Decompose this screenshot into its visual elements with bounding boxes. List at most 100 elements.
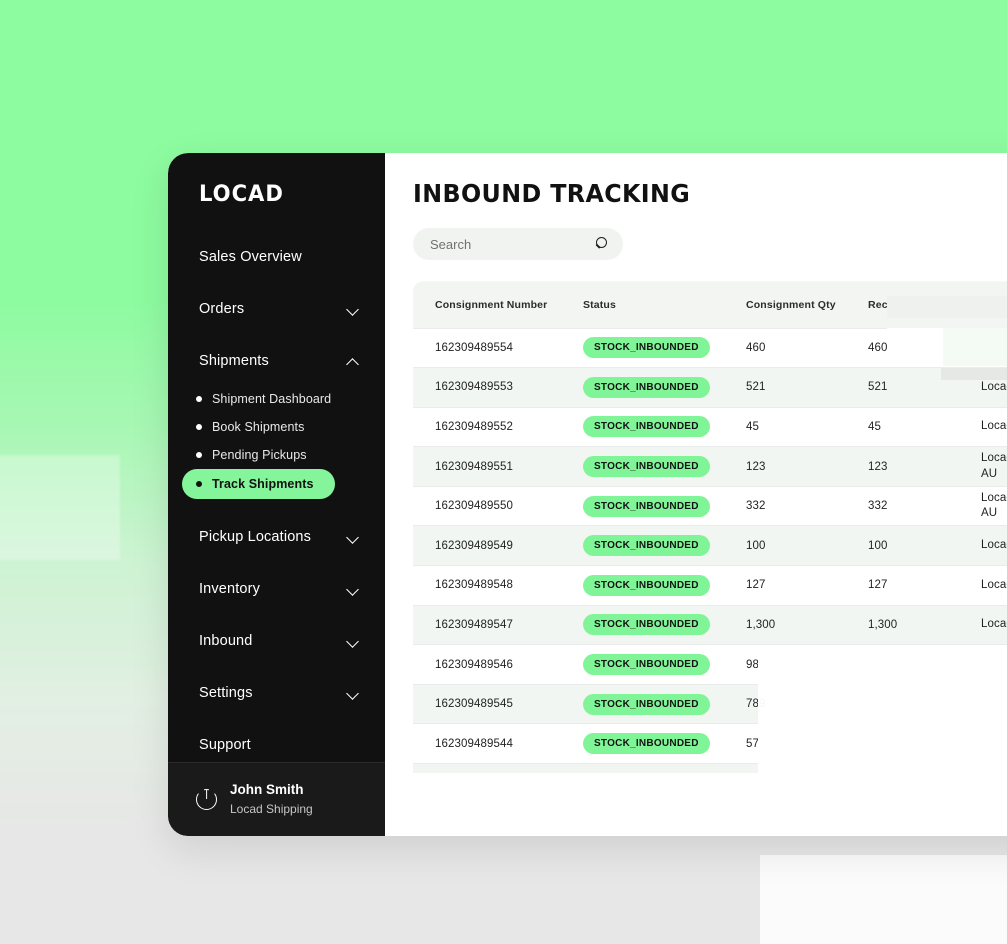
cell-consignment-number-text: 162309489546 <box>435 658 513 671</box>
cell-location-text: Locad Toh Gua <box>981 539 1007 551</box>
cell-consignment-qty: 127 <box>724 566 846 606</box>
column-header-status[interactable]: Status <box>561 282 724 328</box>
table-bottom-fill <box>413 773 1007 804</box>
chevron-down-icon[interactable] <box>347 305 361 314</box>
sidebar-item-support[interactable]: Support <box>168 725 385 762</box>
cell-received-qty: 123 <box>846 447 959 487</box>
cell-consignment-qty: 980 <box>724 645 846 685</box>
table-row[interactable]: 162309489547 STOCK_INBOUNDED 1,300 1,300 Loc… <box>413 605 1007 645</box>
sidebar-item-book-shipments[interactable]: Book Shipments <box>182 413 371 441</box>
cell-consignment-qty-text: 45 <box>746 420 759 433</box>
cell-received-qty: 127 <box>846 566 959 606</box>
table-row[interactable]: 162309489548 STOCK_INBOUNDED 127 127 Locad A… <box>413 565 1007 606</box>
cell-status: STOCK_INBOUNDED <box>561 407 724 447</box>
sidebar-item-label: Inventory <box>199 581 260 597</box>
column-header-location[interactable]: Location <box>959 282 1007 328</box>
status-badge: STOCK_INBOUNDED <box>583 456 710 478</box>
cell-status: STOCK_INBOUNDED <box>561 684 724 724</box>
cell-received-qty: 45 <box>846 407 959 447</box>
sidebar-item-label: Inbound <box>199 633 253 649</box>
table-row[interactable]: 162309489545 STOCK_INBOUNDED 789 <box>413 684 1007 724</box>
column-header-consignment-number[interactable]: Consignment Number <box>413 282 561 328</box>
cell-location <box>959 328 1007 368</box>
table-row[interactable]: 162309489546 STOCK_INBOUNDED 980 980 Locad A… <box>413 644 1007 685</box>
cell-status: STOCK_INBOUNDED <box>561 645 724 685</box>
sidebar-item-inbound[interactable]: Inbound <box>168 621 385 661</box>
sidebar-nav-list: LOCAD Sales Overview Orders Shipments Sh… <box>168 153 385 762</box>
column-header-received-qty[interactable]: Received Qty <box>846 282 959 328</box>
cell-location <box>959 724 1007 764</box>
bullet-icon <box>196 396 202 402</box>
cell-location-text: Locad Asinan <box>981 657 1007 670</box>
cell-received-qty-text: 460 <box>868 341 888 354</box>
chevron-down-icon[interactable] <box>347 689 361 698</box>
sidebar-item-shipment-dashboard[interactable]: Shipment Dashboard <box>182 385 371 413</box>
sidebar-item-sales-overview[interactable]: Sales Overview <box>168 237 385 277</box>
cell-received-qty-text: 332 <box>868 500 888 513</box>
power-icon[interactable] <box>196 789 217 810</box>
table-row[interactable]: 162309489553 STOCK_INBOUNDED 521 521 Locad T… <box>413 367 1007 408</box>
cell-consignment-qty-text: 521 <box>746 381 766 394</box>
cell-location: Locad Toh <box>959 368 1007 408</box>
cell-consignment-number-text: 162309489545 <box>435 698 513 711</box>
column-header-consignment-qty[interactable]: Consignment Qty <box>724 282 846 328</box>
sidebar-item-pending-pickups[interactable]: Pending Pickups <box>182 441 371 469</box>
table-row[interactable]: 162309489552 STOCK_INBOUNDED 45 45 Locad Toh… <box>413 407 1007 447</box>
cell-received-qty: 332 <box>846 486 959 526</box>
cell-consignment-qty-text: 123 <box>746 460 766 473</box>
table-row[interactable]: 162309489549 STOCK_INBOUNDED 100 100 Locad T… <box>413 525 1007 566</box>
cell-consignment-qty-text: 980 <box>746 658 766 671</box>
cell-consignment-number-text: 162309489549 <box>435 539 513 552</box>
cell-received-qty-text: 1,300 <box>868 618 898 631</box>
cell-consignment-qty-text: 332 <box>746 500 766 513</box>
cell-location-text: Locad Sunshin AU <box>981 452 1007 480</box>
logo[interactable]: LOCAD <box>168 158 385 209</box>
sidebar-item-pickup-locations[interactable]: Pickup Locations <box>168 517 385 557</box>
cell-consignment-number: 162309489549 <box>413 526 561 566</box>
table-row[interactable]: 162309489554 STOCK_INBOUNDED 460 460 <box>413 328 1007 368</box>
cell-consignment-number-text: 162309489553 <box>435 381 513 394</box>
cell-location: Locad Asinan <box>959 605 1007 645</box>
user-profile[interactable]: John Smith Locad Shipping <box>168 762 385 836</box>
table-row[interactable]: 162309489544 STOCK_INBOUNDED 57 <box>413 723 1007 764</box>
search-icon[interactable] <box>594 236 609 252</box>
sidebar-item-orders[interactable]: Orders <box>168 289 385 329</box>
cell-location: Locad Toh Gua <box>959 526 1007 566</box>
sidebar-item-settings[interactable]: Settings <box>168 673 385 713</box>
cell-status: STOCK_INBOUNDED <box>561 368 724 408</box>
table-row[interactable]: 162309489551 STOCK_INBOUNDED 123 123 Locad S… <box>413 446 1007 487</box>
table-row[interactable]: 162309489550 STOCK_INBOUNDED 332 332 Locad S… <box>413 486 1007 526</box>
cell-location: Locad Asinan <box>959 566 1007 606</box>
search-input[interactable] <box>430 236 580 252</box>
cell-status: STOCK_INBOUNDED <box>561 486 724 526</box>
cell-status: STOCK_INBOUNDED <box>561 526 724 566</box>
cell-location-text: Locad Asinan <box>981 618 1007 631</box>
chevron-down-icon[interactable] <box>347 585 361 594</box>
sidebar-subitem-label: Book Shipments <box>212 420 305 434</box>
cell-location: Locad Asinan <box>959 645 1007 685</box>
logo-wordmark: LOCAD <box>199 182 284 207</box>
chevron-down-icon[interactable] <box>347 637 361 646</box>
cell-consignment-number-text: 162309489550 <box>435 500 513 513</box>
chevron-down-icon[interactable] <box>347 533 361 542</box>
cell-consignment-number-text: 162309489547 <box>435 618 513 631</box>
cell-consignment-number-text: 162309489551 <box>435 460 513 473</box>
cell-consignment-number: 162309489550 <box>413 486 561 526</box>
cell-location-text: Locad Sunshin AU <box>981 491 1007 520</box>
sidebar-item-inventory[interactable]: Inventory <box>168 569 385 609</box>
cell-consignment-number: 162309489553 <box>413 368 561 408</box>
search-box[interactable] <box>413 228 623 260</box>
sidebar-submenu-shipments: Shipment Dashboard Book Shipments Pendin… <box>168 381 385 505</box>
sidebar-subitem-label: Pending Pickups <box>212 448 307 462</box>
chevron-up-icon[interactable] <box>347 357 361 366</box>
sidebar-item-label: Orders <box>199 301 245 317</box>
sidebar-item-track-shipments[interactable]: Track Shipments <box>182 469 335 499</box>
user-name: John Smith <box>230 782 304 798</box>
cell-consignment-number: 162309489546 <box>413 645 561 685</box>
sidebar-item-shipments[interactable]: Shipments <box>168 341 385 381</box>
cell-consignment-qty: 789 <box>724 684 846 724</box>
cell-consignment-number: 162309489544 <box>413 724 561 764</box>
